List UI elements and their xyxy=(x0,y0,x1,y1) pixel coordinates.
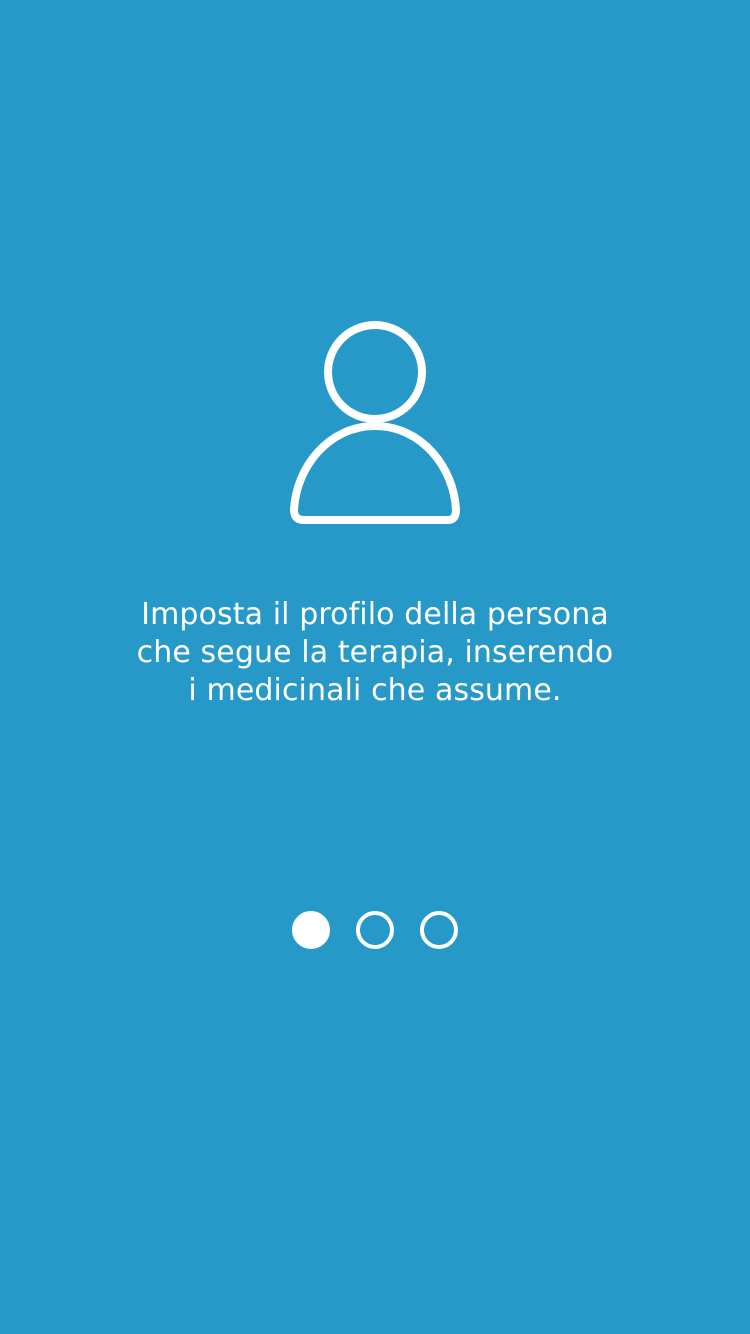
onboarding-message: Imposta il profilo della persona che seg… xyxy=(100,596,650,710)
page-indicator xyxy=(292,911,460,949)
onboarding-message-line-3: i medicinali che assume. xyxy=(188,673,562,708)
page-dot-2[interactable] xyxy=(356,911,394,949)
page-dot-3[interactable] xyxy=(420,911,458,949)
user-profile-icon xyxy=(288,318,464,528)
page-dot-1-active[interactable] xyxy=(292,911,330,949)
onboarding-message-line-1: Imposta il profilo della persona xyxy=(141,597,609,632)
onboarding-message-line-2: che segue la terapia, inserendo xyxy=(136,635,614,670)
onboarding-screen: Imposta il profilo della persona che seg… xyxy=(0,0,750,1334)
